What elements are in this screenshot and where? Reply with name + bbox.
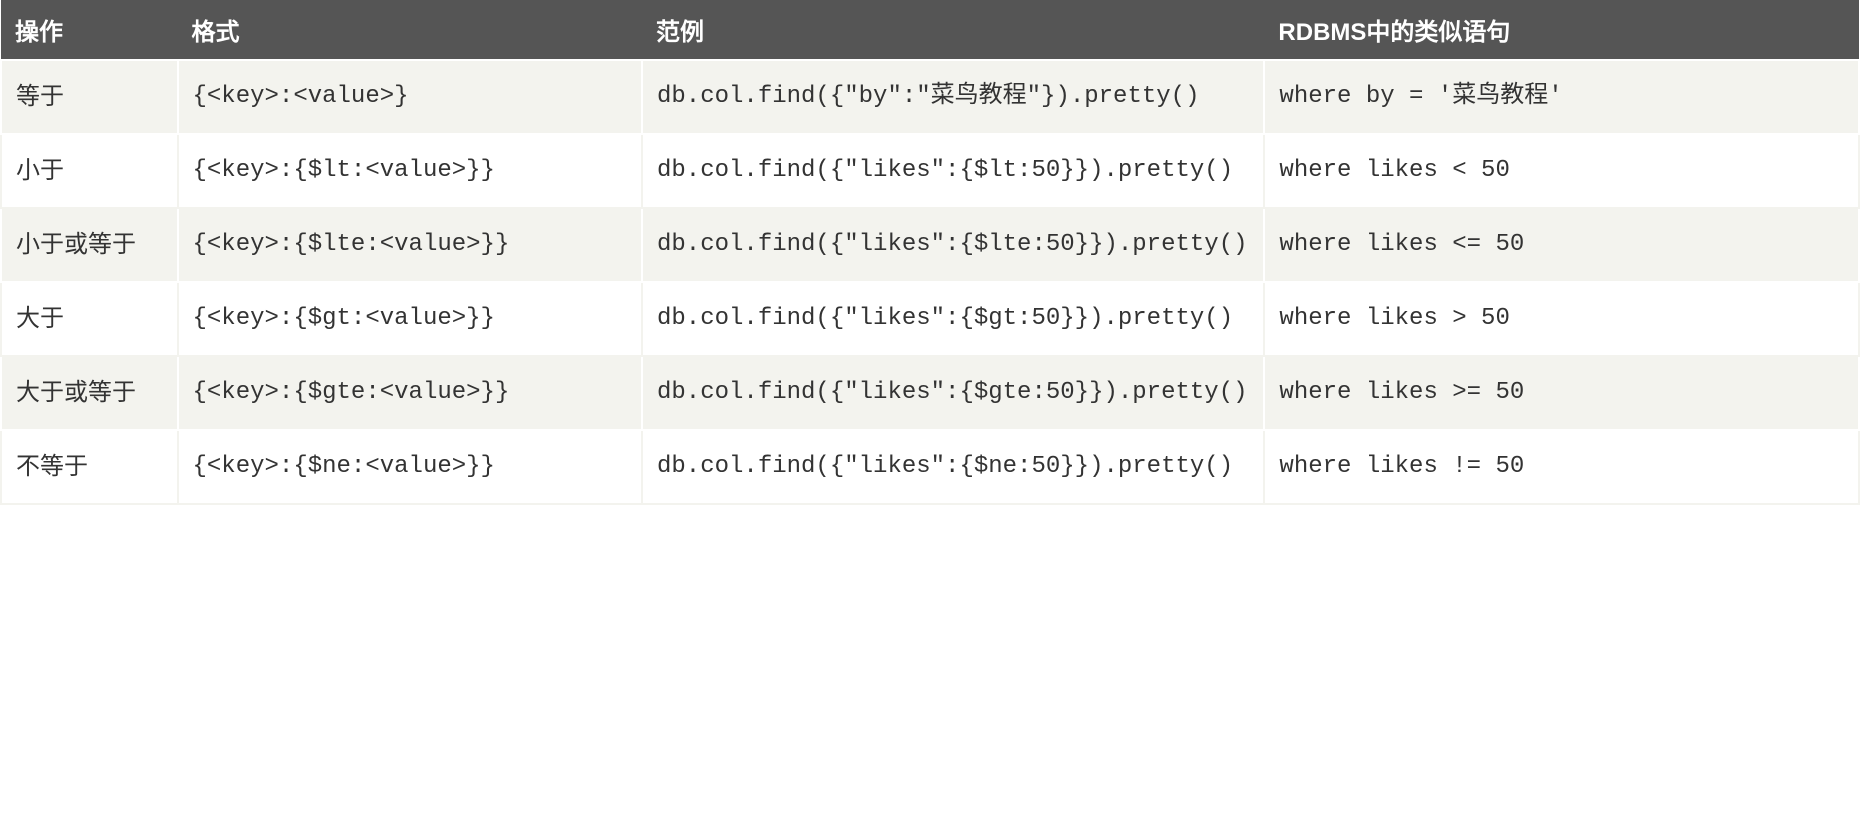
cell-rdbms: where likes >= 50 <box>1264 356 1859 430</box>
cell-format: {<key>:{$gt:<value>}} <box>178 282 643 356</box>
cell-rdbms: where likes < 50 <box>1264 134 1859 208</box>
cell-example: db.col.find({"likes":{$ne:50}}).pretty() <box>642 430 1264 504</box>
table-row: 小于 {<key>:{$lt:<value>}} db.col.find({"l… <box>1 134 1859 208</box>
header-operation: 操作 <box>1 0 178 60</box>
cell-format: {<key>:{$lte:<value>}} <box>178 208 643 282</box>
cell-example: db.col.find({"likes":{$lte:50}}).pretty(… <box>642 208 1264 282</box>
cell-format: {<key>:<value>} <box>178 60 643 134</box>
cell-operation: 大于或等于 <box>1 356 178 430</box>
cell-format: {<key>:{$gte:<value>}} <box>178 356 643 430</box>
cell-example: db.col.find({"likes":{$gte:50}}).pretty(… <box>642 356 1264 430</box>
table-row: 大于 {<key>:{$gt:<value>}} db.col.find({"l… <box>1 282 1859 356</box>
cell-operation: 小于 <box>1 134 178 208</box>
cell-rdbms: where by = '菜鸟教程' <box>1264 60 1859 134</box>
cell-example: db.col.find({"by":"菜鸟教程"}).pretty() <box>642 60 1264 134</box>
cell-example: db.col.find({"likes":{$lt:50}}).pretty() <box>642 134 1264 208</box>
cell-operation: 等于 <box>1 60 178 134</box>
cell-example: db.col.find({"likes":{$gt:50}}).pretty() <box>642 282 1264 356</box>
table-row: 等于 {<key>:<value>} db.col.find({"by":"菜鸟… <box>1 60 1859 134</box>
header-format: 格式 <box>178 0 643 60</box>
header-rdbms: RDBMS中的类似语句 <box>1264 0 1859 60</box>
header-example: 范例 <box>642 0 1264 60</box>
cell-format: {<key>:{$ne:<value>}} <box>178 430 643 504</box>
table-row: 小于或等于 {<key>:{$lte:<value>}} db.col.find… <box>1 208 1859 282</box>
cell-rdbms: where likes != 50 <box>1264 430 1859 504</box>
table-row: 不等于 {<key>:{$ne:<value>}} db.col.find({"… <box>1 430 1859 504</box>
mongodb-operators-table: 操作 格式 范例 RDBMS中的类似语句 等于 {<key>:<value>} … <box>0 0 1860 505</box>
cell-rdbms: where likes > 50 <box>1264 282 1859 356</box>
cell-operation: 大于 <box>1 282 178 356</box>
cell-operation: 不等于 <box>1 430 178 504</box>
cell-format: {<key>:{$lt:<value>}} <box>178 134 643 208</box>
table-row: 大于或等于 {<key>:{$gte:<value>}} db.col.find… <box>1 356 1859 430</box>
table-header-row: 操作 格式 范例 RDBMS中的类似语句 <box>1 0 1859 60</box>
cell-operation: 小于或等于 <box>1 208 178 282</box>
cell-rdbms: where likes <= 50 <box>1264 208 1859 282</box>
